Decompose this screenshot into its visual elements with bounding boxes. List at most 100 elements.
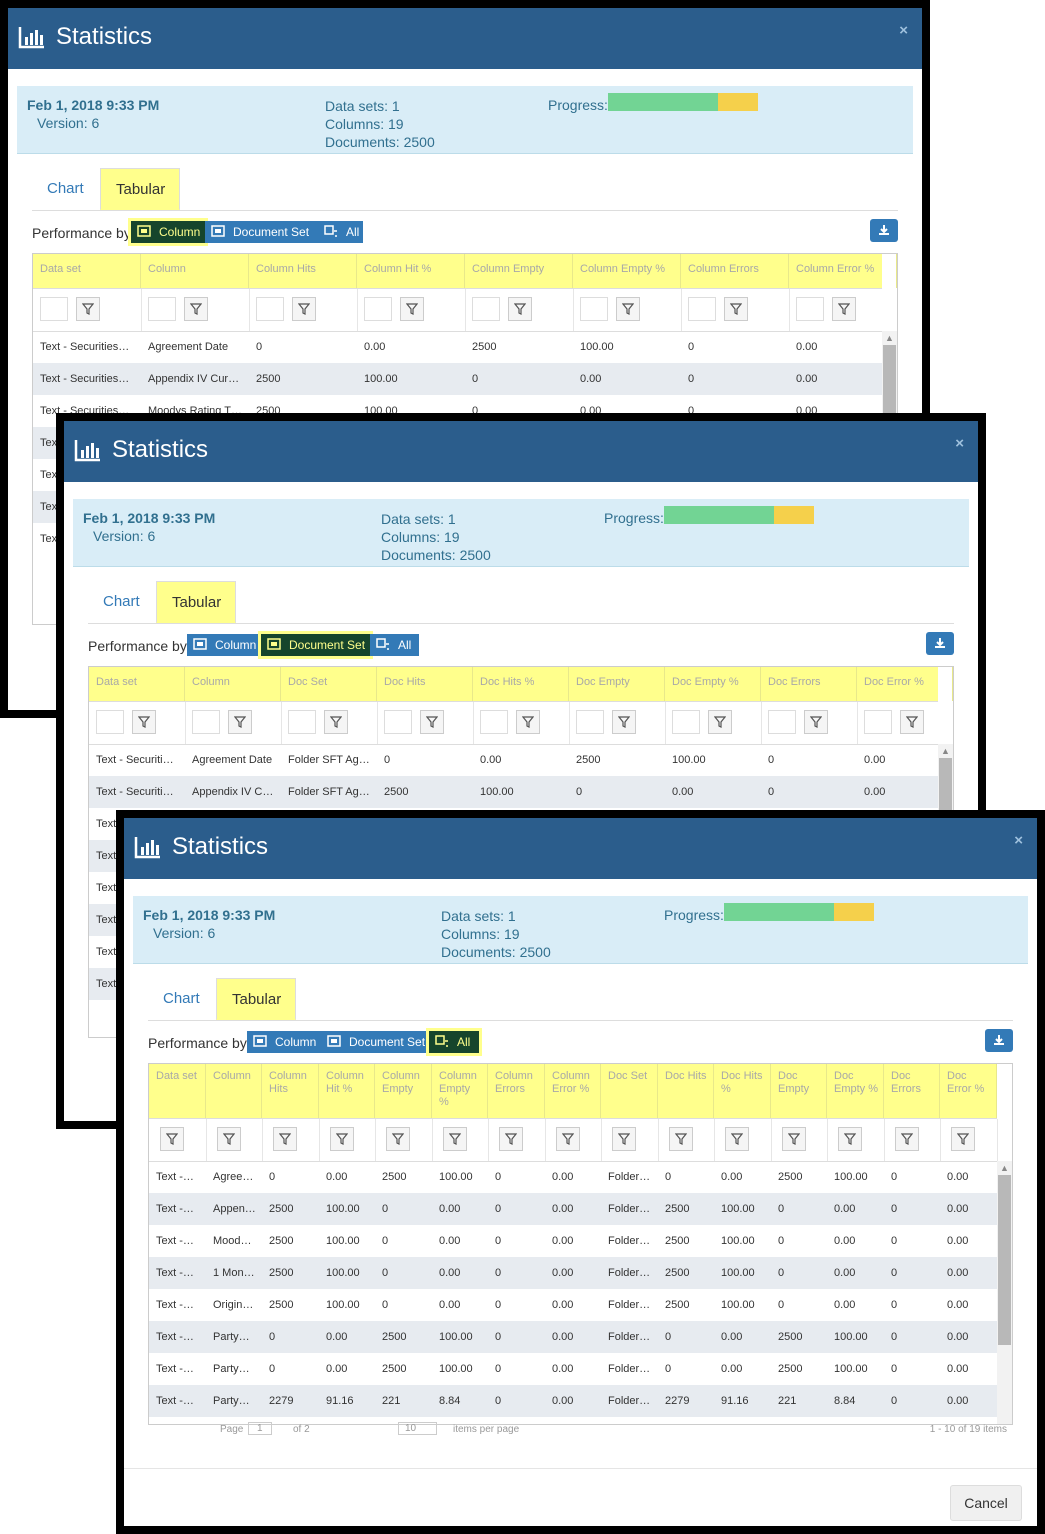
column-header[interactable]: Column Error %	[545, 1064, 601, 1118]
column-header[interactable]: Doc Hits	[658, 1064, 714, 1118]
filter-button[interactable]	[132, 710, 156, 734]
perf-column-button[interactable]: Column	[187, 634, 261, 656]
filter-input[interactable]	[364, 297, 392, 321]
filter-button[interactable]	[420, 710, 444, 734]
column-header[interactable]: Column	[206, 1064, 262, 1118]
column-header[interactable]: Column Empty	[375, 1064, 432, 1118]
column-header[interactable]: Column	[185, 667, 281, 701]
filter-button[interactable]	[508, 297, 532, 321]
filter-input[interactable]	[688, 297, 716, 321]
table-row[interactable]: Text -… Party… 0 0.00 2500 100.00 0 0.00 Folder……	[149, 1353, 997, 1385]
column-header[interactable]: Column	[141, 254, 249, 288]
tab-tabular[interactable]: Tabular	[216, 978, 296, 1020]
tab-tabular[interactable]: Tabular	[100, 168, 180, 210]
download-button[interactable]	[926, 632, 954, 655]
tab-chart[interactable]: Chart	[148, 978, 215, 1020]
table-row[interactable]: Text -… Agree… 0 0.00 2500 100.00 0 0.00 Folder……	[149, 1161, 997, 1193]
column-header[interactable]: Data set	[89, 667, 185, 701]
filter-button[interactable]	[400, 297, 424, 321]
vertical-scrollbar[interactable]: ▲	[997, 1161, 1012, 1424]
table-row[interactable]: Text - Securities… Agreement Date 0 0.00 250…	[33, 331, 882, 363]
filter-button[interactable]	[900, 710, 924, 734]
close-icon[interactable]: ×	[899, 22, 908, 39]
table-row[interactable]: Text -… Origin… 2500 100.00 0 0.00 0 0.00 Folder…	[149, 1289, 997, 1321]
filter-button[interactable]	[724, 297, 748, 321]
column-header[interactable]: Column Hits	[249, 254, 357, 288]
table-row[interactable]: Text -… Party… 0 0.00 2500 100.00 0 0.00 Folder……	[149, 1321, 997, 1353]
filter-input[interactable]	[40, 297, 68, 321]
filter-input[interactable]	[672, 710, 700, 734]
column-header[interactable]: Doc Error %	[940, 1064, 997, 1118]
column-header[interactable]: Column Hit %	[319, 1064, 375, 1118]
tab-chart[interactable]: Chart	[88, 581, 155, 623]
column-header[interactable]: Data set	[33, 254, 141, 288]
filter-input[interactable]	[796, 297, 824, 321]
filter-button[interactable]	[160, 1127, 184, 1151]
filter-input[interactable]	[148, 297, 176, 321]
download-button[interactable]	[870, 219, 898, 242]
tab-tabular[interactable]: Tabular	[156, 581, 236, 623]
filter-button[interactable]	[292, 297, 316, 321]
filter-button[interactable]	[217, 1127, 241, 1151]
filter-button[interactable]	[386, 1127, 410, 1151]
perf-all-button[interactable]: All	[370, 634, 419, 656]
filter-button[interactable]	[708, 710, 732, 734]
filter-input[interactable]	[480, 710, 508, 734]
filter-input[interactable]	[256, 297, 284, 321]
column-header[interactable]: Doc Hits %	[714, 1064, 771, 1118]
filter-button[interactable]	[895, 1127, 919, 1151]
filter-button[interactable]	[804, 710, 828, 734]
perf-docset-button[interactable]: Document Set	[258, 631, 373, 659]
perf-all-button[interactable]: All	[426, 1028, 482, 1056]
filter-button[interactable]	[838, 1127, 862, 1151]
filter-button[interactable]	[443, 1127, 467, 1151]
column-header[interactable]: Doc Set	[281, 667, 377, 701]
filter-input[interactable]	[768, 710, 796, 734]
table-row[interactable]: Text - Securities… Appendix IV Cur… 2500 10…	[33, 363, 882, 395]
column-header[interactable]: Doc Set	[601, 1064, 658, 1118]
filter-input[interactable]	[864, 710, 892, 734]
filter-button[interactable]	[832, 297, 856, 321]
column-header[interactable]: Column Errors	[488, 1064, 545, 1118]
filter-input[interactable]	[288, 710, 316, 734]
column-header[interactable]: Column Error %	[789, 254, 897, 288]
filter-button[interactable]	[228, 710, 252, 734]
table-row[interactable]: Text -… Appen… 2500 100.00 0 0.00 0 0.00 Folder……	[149, 1193, 997, 1225]
filter-button[interactable]	[616, 297, 640, 321]
column-header[interactable]: Column Empty %	[573, 254, 681, 288]
filter-button[interactable]	[612, 1127, 636, 1151]
column-header[interactable]: Column Hits	[262, 1064, 319, 1118]
perf-column-button[interactable]: Column	[247, 1031, 321, 1053]
filter-button[interactable]	[324, 710, 348, 734]
table-row[interactable]: Text -… Party… 2279 91.16 221 8.84 0 0.00 Folder…	[149, 1385, 997, 1417]
close-icon[interactable]: ×	[955, 435, 964, 452]
column-header[interactable]: Doc Empty %	[665, 667, 761, 701]
pager-size-select[interactable]: 10	[398, 1422, 438, 1435]
filter-input[interactable]	[384, 710, 412, 734]
scroll-up-icon[interactable]: ▲	[997, 1161, 1012, 1175]
filter-button[interactable]	[499, 1127, 523, 1151]
column-header[interactable]: Doc Error %	[857, 667, 953, 701]
perf-column-button[interactable]: Column	[128, 218, 208, 246]
column-header[interactable]: Column Empty %	[432, 1064, 488, 1118]
column-header[interactable]: Doc Empty	[569, 667, 665, 701]
column-header[interactable]: Data set	[149, 1064, 206, 1118]
filter-button[interactable]	[516, 710, 540, 734]
column-header[interactable]: Doc Empty	[771, 1064, 827, 1118]
filter-input[interactable]	[580, 297, 608, 321]
download-button[interactable]	[985, 1029, 1013, 1052]
tab-chart[interactable]: Chart	[32, 168, 99, 210]
table-row[interactable]: Text -… 1 Mon… 2500 100.00 0 0.00 0 0.00 Folder……	[149, 1257, 997, 1289]
filter-input[interactable]	[576, 710, 604, 734]
table-row[interactable]: Text - Securiti… Appendix IV C… Folder SFT…	[89, 776, 938, 808]
perf-docset-button[interactable]: Document Set	[205, 221, 318, 243]
column-header[interactable]: Doc Hits %	[473, 667, 569, 701]
filter-button[interactable]	[669, 1127, 693, 1151]
column-header[interactable]: Column Empty	[465, 254, 573, 288]
scrollbar-thumb[interactable]	[998, 1175, 1011, 1345]
column-header[interactable]: Doc Errors	[884, 1064, 940, 1118]
filter-button[interactable]	[184, 297, 208, 321]
column-header[interactable]: Column Errors	[681, 254, 789, 288]
filter-input[interactable]	[472, 297, 500, 321]
scroll-up-icon[interactable]: ▲	[938, 744, 953, 758]
